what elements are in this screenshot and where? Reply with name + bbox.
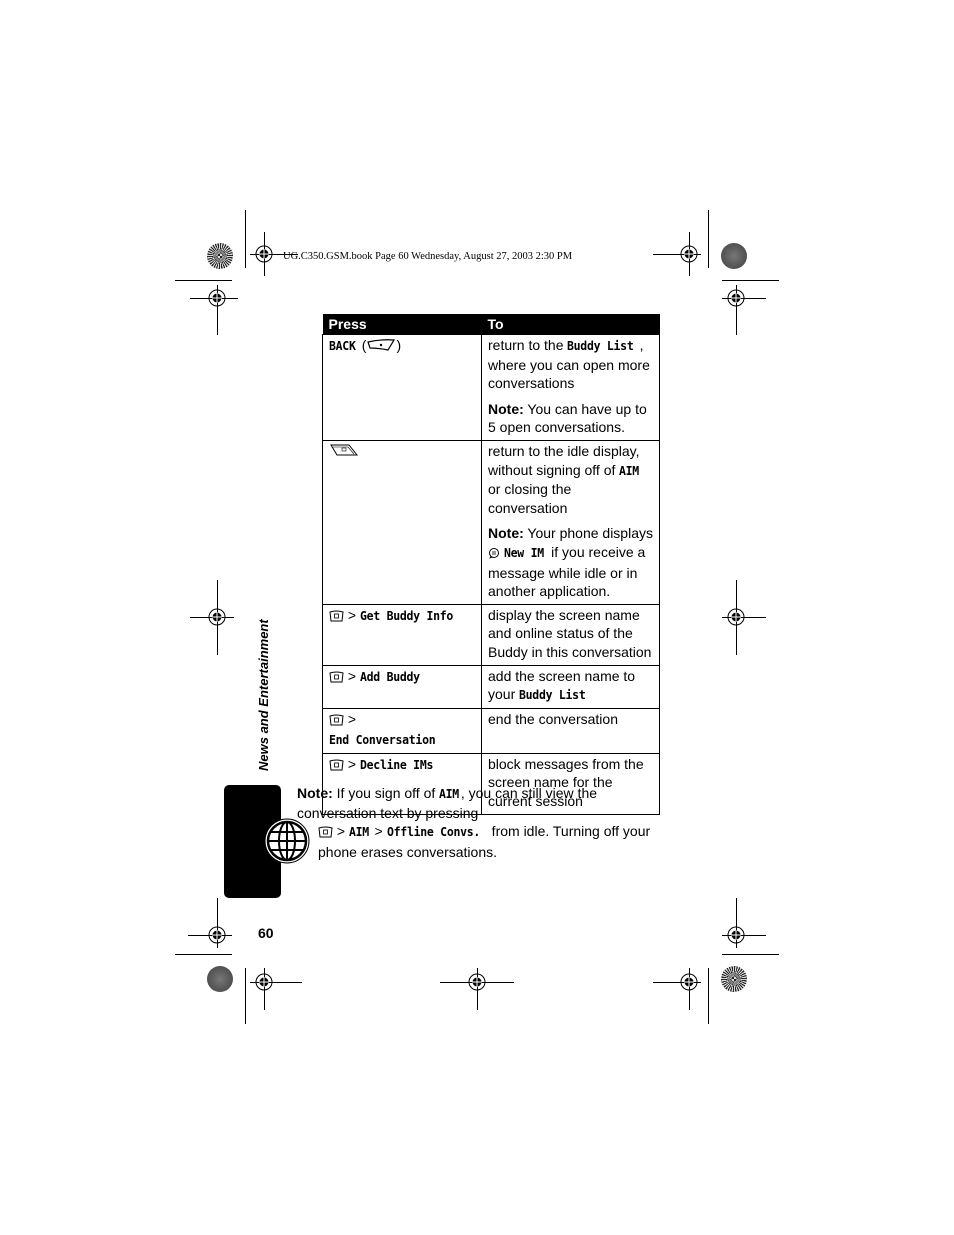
column-header-press: Press [322, 314, 482, 335]
press-cell: > Add Buddy [322, 664, 482, 709]
note-paragraph: Note: If you sign off of AIM, you can st… [297, 785, 651, 860]
registration-mark-icon [206, 287, 228, 309]
registration-mark-icon [253, 971, 275, 993]
description: return to the Buddy List, where you can … [488, 337, 650, 392]
menu-item-label: Decline IMs [359, 756, 434, 772]
color-dial-icon [721, 243, 747, 269]
table-row: > Get Buddy Info display the screen name… [322, 603, 660, 666]
press-cell: > End Conversation [322, 707, 482, 754]
menu-key-icon [329, 669, 344, 688]
menu-item-label: Get Buddy Info [359, 607, 454, 623]
press-cell [322, 439, 482, 605]
menu-key-icon [318, 824, 333, 843]
note: Note: You can have up to 5 open conversa… [488, 400, 647, 436]
right-soft-key-icon [366, 338, 396, 357]
to-cell: return to the Buddy List, where you can … [481, 334, 660, 441]
description: display the screen name and online statu… [488, 606, 652, 660]
registration-mark-icon [678, 243, 700, 265]
to-cell: return to the idle display, without sign… [481, 439, 660, 605]
registration-mark-icon [466, 971, 488, 993]
registration-mark-icon [253, 243, 275, 265]
press-cell: BACK () [322, 334, 482, 441]
menu-item-label: End Conversation [329, 732, 436, 748]
registration-mark-icon [725, 606, 747, 628]
table-row: return to the idle display, without sign… [322, 439, 660, 605]
note: Note: Your phone displays New IM if you … [488, 525, 653, 600]
to-cell: add the screen name to your Buddy List [481, 664, 660, 709]
color-dial-icon [207, 243, 233, 269]
menu-key-icon [329, 608, 344, 627]
menu-key-icon [329, 712, 344, 731]
menu-key-icon [329, 757, 344, 776]
registration-mark-icon [678, 971, 700, 993]
table-row: > End Conversation end the conversation [322, 707, 660, 754]
note-label: Note: [297, 785, 333, 801]
color-dial-icon [207, 966, 233, 992]
menu-item-label: Add Buddy [359, 668, 420, 684]
table-row: BACK () return to the Buddy List, where … [322, 334, 660, 441]
print-header: UG.C350.GSM.book Page 60 Wednesday, Augu… [283, 251, 573, 262]
command-table: Press To BACK () return to the Buddy Lis… [322, 314, 660, 815]
registration-mark-icon [206, 924, 228, 946]
table-row: > Add Buddy add the screen name to your … [322, 664, 660, 709]
registration-mark-icon [206, 606, 228, 628]
end-key-icon [329, 442, 359, 463]
description: add the screen name to your Buddy List [488, 667, 636, 703]
to-cell: display the screen name and online statu… [481, 603, 660, 666]
description: return to the idle display, without sign… [488, 442, 640, 516]
page-number: 60 [258, 925, 274, 941]
registration-mark-icon [725, 287, 747, 309]
column-header-to: To [481, 314, 660, 335]
section-title: News and Entertainment [256, 619, 271, 771]
description: end the conversation [488, 710, 618, 727]
press-cell: > Get Buddy Info [322, 603, 482, 666]
to-cell: end the conversation [481, 707, 660, 754]
color-dial-icon [721, 966, 747, 992]
new-im-icon [488, 545, 500, 564]
registration-mark-icon [725, 924, 747, 946]
table-header-row: Press To [322, 314, 660, 335]
key-label: BACK [329, 338, 356, 353]
